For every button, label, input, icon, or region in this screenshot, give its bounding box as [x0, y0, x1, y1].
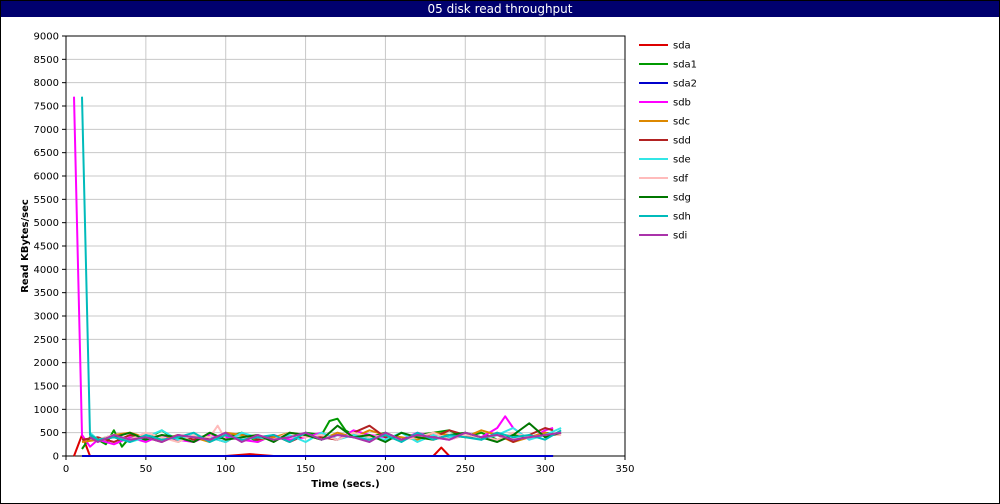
grid-lines: [65, 35, 626, 457]
x-tick-label: 350: [615, 464, 634, 475]
legend-label-sdb: sdb: [673, 98, 691, 109]
legend-label-sda: sda: [673, 41, 691, 52]
legend: sda sda1 sda2 sdb sdc sdd sde sdf sdg sdh sdi: [639, 41, 697, 242]
legend-label-sdc: sdc: [673, 117, 690, 128]
y-tick-label: 8000: [34, 78, 59, 89]
y-tick-label: 1000: [34, 405, 59, 416]
legend-label-sdh: sdh: [673, 212, 691, 223]
legend-label-sdi: sdi: [673, 231, 687, 242]
y-tick-label: 0: [53, 452, 59, 463]
y-tick-label: 3500: [34, 288, 59, 299]
legend-label-sde: sde: [673, 155, 691, 166]
y-tick-label: 7500: [34, 102, 59, 113]
x-tick-label: 300: [536, 464, 555, 475]
x-tick-label: 100: [216, 464, 235, 475]
y-tick-label: 8500: [34, 55, 59, 66]
y-tick-label: 4500: [34, 242, 59, 253]
x-tick-label: 0: [63, 464, 69, 475]
chart-canvas: 0500100015002000250030003500400045005000…: [20, 32, 697, 491]
y-axis-title: Read KBytes/sec: [20, 199, 31, 293]
y-tick-label: 3000: [34, 312, 59, 323]
legend-label-sdg: sdg: [673, 193, 691, 204]
y-tick-label: 2500: [34, 335, 59, 346]
legend-label-sdf: sdf: [673, 174, 689, 185]
x-tick-label: 200: [376, 464, 395, 475]
x-tick-label: 50: [139, 464, 152, 475]
y-tick-label: 1500: [34, 382, 59, 393]
y-tick-label: 2000: [34, 358, 59, 369]
series-lines: [73, 96, 562, 457]
legend-label-sdd: sdd: [673, 136, 691, 147]
y-tick-label: 500: [40, 428, 59, 439]
y-tick-label: 6500: [34, 148, 59, 159]
legend-label-sda1: sda1: [673, 60, 697, 71]
y-axis-ticks: 0 500 1000 1500 2000 2500 3000 3500 4000 4500 5000…: [34, 32, 66, 463]
y-tick-label: 7000: [34, 125, 59, 136]
x-axis-title: Time (secs.): [311, 479, 380, 490]
y-tick-label: 9000: [34, 32, 59, 43]
x-tick-label: 250: [456, 464, 475, 475]
y-tick-label: 5500: [34, 195, 59, 206]
chart-window: 05 disk read throughput 0 500 1000 1500 2000…: [0, 0, 1000, 504]
x-axis-ticks: 0 50 100 150 200 250 300 350: [63, 456, 635, 475]
legend-label-sda2: sda2: [673, 79, 697, 90]
y-tick-label: 5000: [34, 218, 59, 229]
y-tick-label: 4000: [34, 265, 59, 276]
x-tick-label: 150: [296, 464, 315, 475]
y-tick-label: 6000: [34, 172, 59, 183]
